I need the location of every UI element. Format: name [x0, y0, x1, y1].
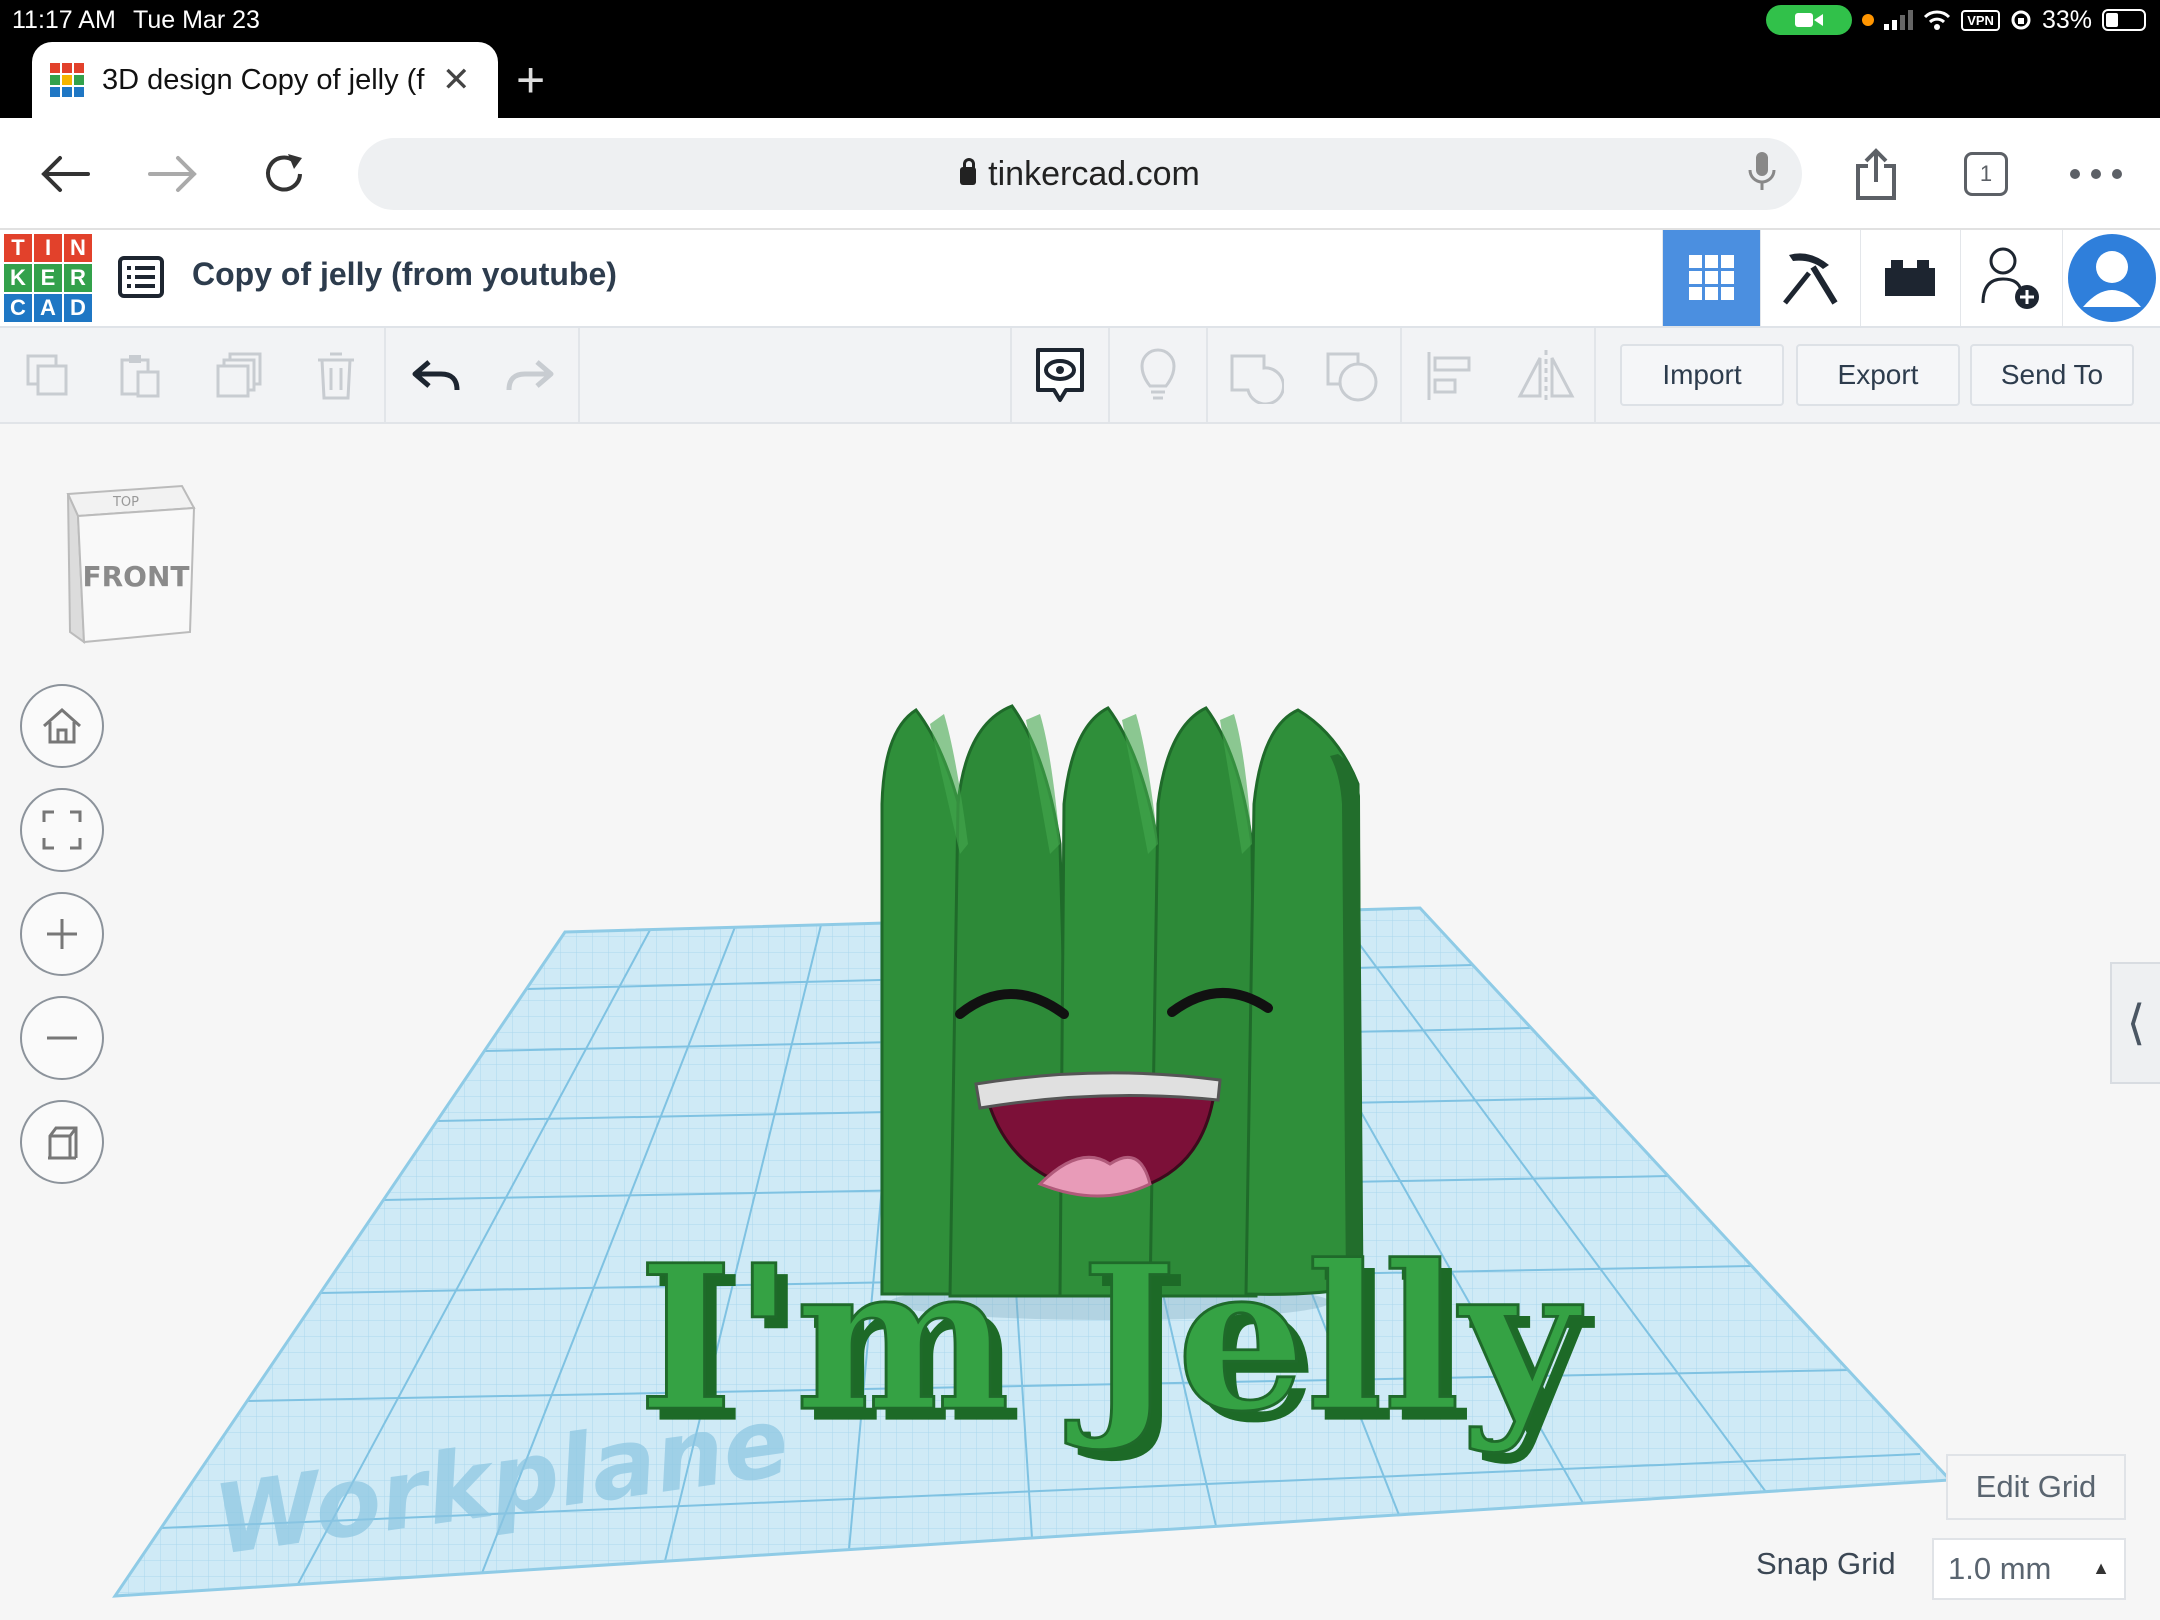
tinkercad-favicon-icon	[50, 63, 84, 97]
mic-icon[interactable]	[1734, 144, 1790, 200]
export-button[interactable]: Export	[1796, 344, 1960, 406]
home-view-icon[interactable]	[20, 684, 104, 768]
browser-tab-strip: 3D design Copy of jelly (f ✕ +	[0, 40, 2160, 118]
logo-letter: K	[4, 264, 32, 292]
toolbar-divider	[1108, 328, 1110, 422]
light-icon[interactable]	[1128, 346, 1188, 406]
ortho-icon[interactable]	[20, 1100, 104, 1184]
import-button[interactable]: Import	[1620, 344, 1784, 406]
model-text[interactable]: I'm Jelly I'm Jelly	[637, 1221, 1595, 1468]
app-header: T I N K E R C A D Copy of jelly (from yo…	[0, 230, 2160, 328]
logo-letter: E	[34, 264, 62, 292]
wifi-icon	[1924, 10, 1951, 30]
edit-toolbar: Import Export Send To	[0, 328, 2160, 424]
duplicate-icon[interactable]	[210, 346, 270, 406]
jelly-model[interactable]	[880, 704, 1364, 1298]
zoom-out-icon[interactable]	[20, 996, 104, 1080]
undo-icon[interactable]	[406, 346, 466, 406]
forward-icon[interactable]	[146, 146, 202, 202]
logo-letter: C	[4, 294, 32, 322]
close-tab-icon[interactable]: ✕	[442, 60, 471, 100]
view-cube[interactable]: TOP FRONT	[62, 482, 202, 652]
address-bar[interactable]: tinkercad.com	[358, 138, 1802, 210]
snap-grid-select[interactable]: 1.0 mm ▲	[1932, 1538, 2126, 1600]
reload-icon[interactable]	[256, 146, 312, 202]
toolbar-divider	[384, 328, 386, 422]
battery-level	[2106, 13, 2118, 27]
tinkercad-logo[interactable]: T I N K E R C A D	[4, 234, 92, 322]
lock-icon	[960, 158, 977, 185]
status-time: 11:17 AM	[12, 6, 116, 34]
toolbar-divider	[1206, 328, 1208, 422]
rotation-lock-icon	[2011, 10, 2031, 30]
status-icons: VPN 33%	[1766, 5, 2146, 35]
back-icon[interactable]	[36, 146, 92, 202]
fit-view-icon[interactable]	[20, 788, 104, 872]
snap-grid-label: Snap Grid	[1756, 1546, 1896, 1581]
toolbar-divider	[1010, 328, 1012, 422]
browser-nav-bar: tinkercad.com 1	[0, 118, 2160, 230]
mirror-icon[interactable]	[1516, 346, 1576, 406]
toolbar-divider	[1594, 328, 1596, 422]
logo-letter: N	[64, 234, 92, 262]
bricks-icon[interactable]	[1860, 230, 1958, 326]
notes-icon[interactable]	[1030, 346, 1090, 406]
align-icon[interactable]	[1420, 346, 1480, 406]
logo-letter: D	[64, 294, 92, 322]
avatar-icon[interactable]	[2062, 230, 2160, 326]
url-text: tinkercad.com	[988, 154, 1200, 193]
design-list-icon[interactable]	[118, 254, 164, 300]
tab-active[interactable]: 3D design Copy of jelly (f ✕	[32, 42, 498, 118]
battery-icon	[2102, 9, 2146, 31]
model-text-face: I'm Jelly	[638, 1222, 1583, 1456]
grid-view-icon[interactable]	[1662, 230, 1760, 326]
status-date: Tue Mar 23	[133, 6, 260, 34]
more-icon[interactable]	[2068, 146, 2124, 202]
recording-dot-icon	[1862, 14, 1875, 26]
logo-letter: R	[64, 264, 92, 292]
zoom-in-icon[interactable]	[20, 892, 104, 976]
toolbar-divider	[1400, 328, 1402, 422]
new-tab-button[interactable]: +	[516, 50, 545, 110]
invite-user-icon[interactable]	[1960, 230, 2058, 326]
viewcube-front-label: FRONT	[82, 560, 189, 593]
build-icon[interactable]	[1760, 230, 1858, 326]
send-to-button[interactable]: Send To	[1970, 344, 2134, 406]
ungroup-icon[interactable]	[1322, 346, 1382, 406]
share-icon[interactable]	[1848, 146, 1904, 202]
3d-viewport[interactable]: Workplane I'm Jelly I'm Jelly TOP FRONT …	[0, 424, 2160, 1620]
tabs-icon[interactable]: 1	[1958, 146, 2014, 202]
vpn-badge: VPN	[1961, 9, 2000, 31]
caret-up-icon: ▲	[2092, 1558, 2110, 1578]
tab-title: 3D design Copy of jelly (f	[102, 63, 425, 96]
delete-icon[interactable]	[306, 346, 366, 406]
tab-count: 1	[1964, 152, 2008, 196]
workplane-scene[interactable]: Workplane I'm Jelly I'm Jelly	[0, 424, 2160, 1620]
redo-icon[interactable]	[500, 346, 560, 406]
status-bar: 11:17 AM Tue Mar 23 VPN 33%	[0, 0, 2160, 40]
design-title[interactable]: Copy of jelly (from youtube)	[192, 256, 617, 293]
cellular-signal-icon	[1884, 10, 1914, 30]
copy-icon[interactable]	[18, 346, 78, 406]
group-icon[interactable]	[1226, 346, 1286, 406]
camera-in-use-icon	[1766, 5, 1853, 35]
logo-letter: T	[4, 234, 32, 262]
viewcube-top-label: TOP	[112, 495, 139, 510]
logo-letter: I	[34, 234, 62, 262]
chevron-left-icon[interactable]: ⟨	[2110, 962, 2160, 1084]
battery-percent: 33%	[2041, 5, 2092, 34]
logo-letter: A	[34, 294, 62, 322]
paste-icon[interactable]	[110, 346, 170, 406]
toolbar-divider	[578, 328, 580, 422]
edit-grid-button[interactable]: Edit Grid	[1946, 1454, 2126, 1520]
snap-grid-value: 1.0 mm	[1948, 1551, 2052, 1586]
